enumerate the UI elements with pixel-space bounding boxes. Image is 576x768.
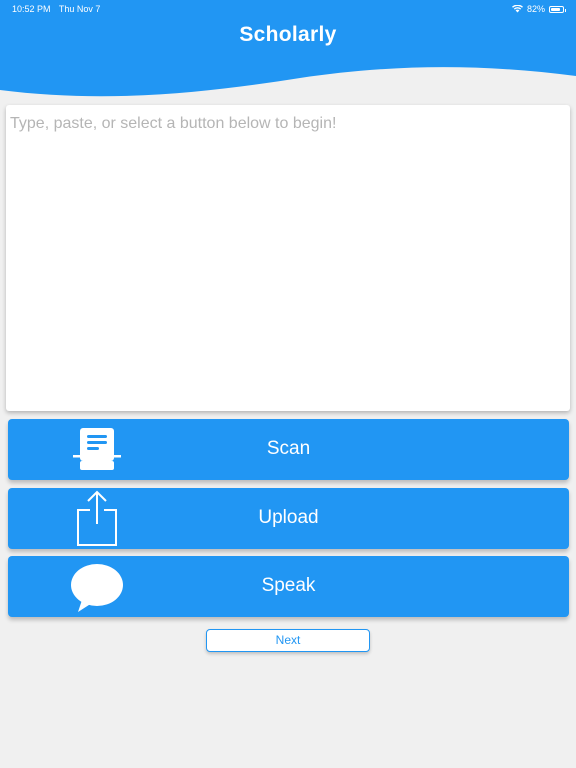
page-title: Scholarly xyxy=(239,23,337,46)
wifi-icon xyxy=(511,5,523,13)
status-bar: 10:52 PM Thu Nov 7 82% xyxy=(0,0,576,18)
upload-button[interactable]: Upload xyxy=(8,488,569,549)
text-input[interactable] xyxy=(6,105,570,411)
scan-button[interactable]: Scan xyxy=(8,419,569,480)
text-editor-card xyxy=(6,105,570,411)
battery-percent: 82% xyxy=(526,4,545,14)
app-screen: 10:52 PM Thu Nov 7 82% Scholarly Type, p… xyxy=(0,0,576,768)
status-date: Thu Nov 7 xyxy=(58,4,101,14)
status-time: 10:52 PM xyxy=(12,4,51,14)
upload-label: Upload xyxy=(258,507,319,528)
scan-label: Scan xyxy=(266,438,311,459)
battery-icon xyxy=(549,5,566,13)
speak-button[interactable]: Speak xyxy=(8,556,569,617)
header: 10:52 PM Thu Nov 7 82% Scholarly xyxy=(0,0,576,104)
speak-label: Speak xyxy=(261,575,316,596)
battery-level-fill xyxy=(551,7,561,11)
next-button[interactable]: Next xyxy=(206,629,370,652)
